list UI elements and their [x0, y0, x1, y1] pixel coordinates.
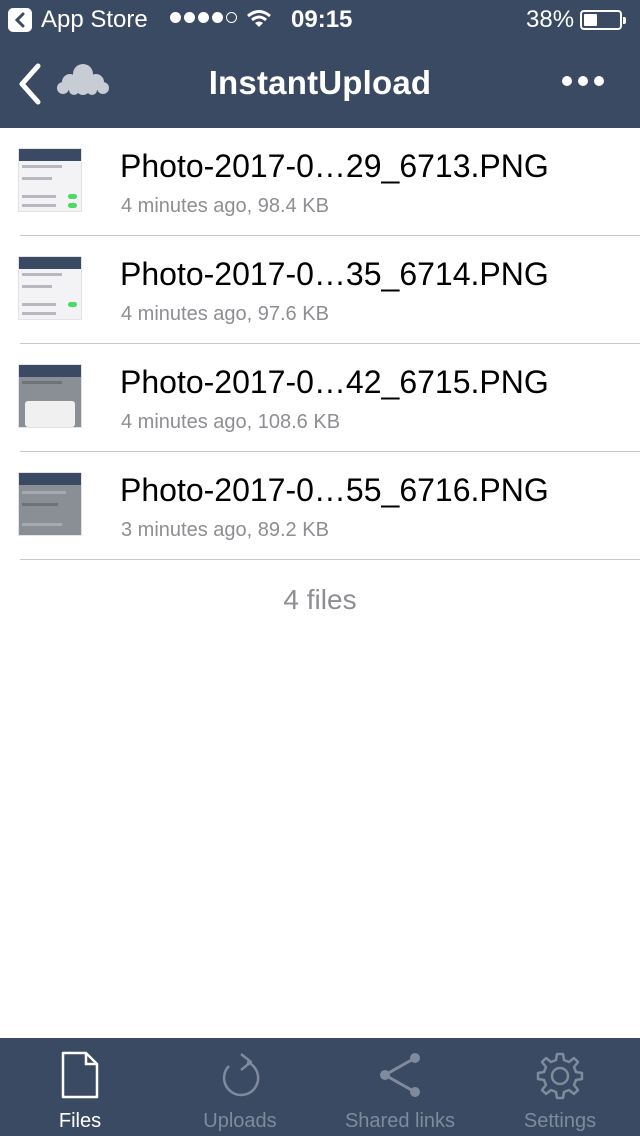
status-time: 09:15: [291, 6, 353, 33]
chevron-left-icon: [14, 12, 25, 28]
wifi-icon: [247, 10, 271, 27]
file-list: Photo-2017-0…29_6713.PNG 4 minutes ago, …: [0, 128, 640, 560]
gear-icon: [536, 1052, 584, 1100]
file-row[interactable]: Photo-2017-0…35_6714.PNG 4 minutes ago, …: [0, 236, 640, 344]
tab-bar: Files Uploads Shared links Settings: [0, 1038, 640, 1136]
tab-files[interactable]: Files: [0, 1038, 160, 1136]
file-thumbnail: [18, 472, 82, 536]
file-meta: 4 minutes ago, 98.4 KB: [121, 195, 329, 217]
battery-percent: 38%: [526, 6, 575, 33]
tab-shared-links[interactable]: Shared links: [320, 1038, 480, 1136]
top-bar: App Store 09:15 38% InstantUpload: [0, 0, 640, 128]
share-icon: [380, 1053, 420, 1097]
file-row[interactable]: Photo-2017-0…42_6715.PNG 4 minutes ago, …: [0, 344, 640, 452]
file-thumbnail: [18, 364, 82, 428]
page-title: InstantUpload: [208, 64, 432, 101]
navigation-bar: InstantUpload: [0, 40, 640, 128]
tab-uploads[interactable]: Uploads: [160, 1038, 320, 1136]
tab-label: Shared links: [344, 1110, 456, 1132]
refresh-icon: [222, 1053, 260, 1097]
file-name: Photo-2017-0…35_6714.PNG: [120, 256, 549, 292]
tab-label: Files: [58, 1110, 102, 1132]
status-bar: App Store 09:15 38%: [0, 0, 640, 40]
file-thumbnail: [18, 148, 82, 212]
file-name: Photo-2017-0…42_6715.PNG: [120, 364, 549, 400]
file-row[interactable]: Photo-2017-0…29_6713.PNG 4 minutes ago, …: [0, 128, 640, 236]
file-meta: 3 minutes ago, 89.2 KB: [121, 519, 329, 541]
signal-strength-icon: [170, 12, 237, 23]
back-to-app-button[interactable]: [8, 8, 32, 32]
tab-label: Uploads: [203, 1110, 277, 1132]
file-name: Photo-2017-0…55_6716.PNG: [120, 472, 549, 508]
file-meta: 4 minutes ago, 97.6 KB: [121, 303, 329, 325]
tab-label: Settings: [523, 1110, 597, 1132]
more-options-icon[interactable]: [562, 76, 604, 86]
tab-settings[interactable]: Settings: [480, 1038, 640, 1136]
file-row[interactable]: Photo-2017-0…55_6716.PNG 3 minutes ago, …: [0, 452, 640, 560]
file-meta: 4 minutes ago, 108.6 KB: [121, 411, 341, 433]
file-count: 4 files: [283, 584, 357, 615]
file-name: Photo-2017-0…29_6713.PNG: [120, 148, 549, 184]
battery-icon: [580, 10, 626, 30]
back-app-label[interactable]: App Store: [41, 6, 148, 34]
file-icon: [61, 1051, 99, 1099]
file-thumbnail: [18, 256, 82, 320]
